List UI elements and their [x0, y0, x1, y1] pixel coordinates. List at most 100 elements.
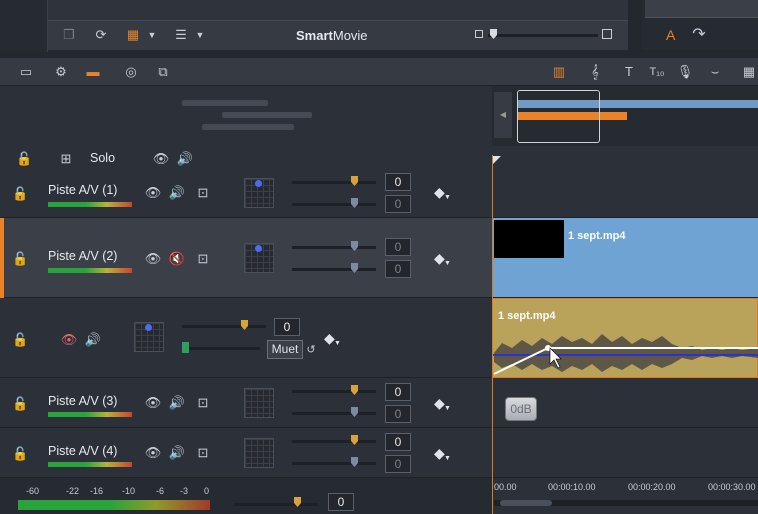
- speaker-icon[interactable]: 🔊: [84, 331, 102, 349]
- title-text-icon[interactable]: A: [666, 27, 675, 43]
- eye-icon[interactable]: 👁: [144, 394, 162, 412]
- monitor-icon[interactable]: ⊡: [194, 250, 212, 268]
- subtitle-icon[interactable]: T₁₀: [646, 63, 668, 81]
- copy-icon[interactable]: ❐: [60, 26, 78, 44]
- pan-grid[interactable]: [244, 438, 274, 468]
- volume-value[interactable]: 0: [274, 318, 300, 336]
- scrollbar-thumb[interactable]: [500, 500, 552, 506]
- pan-grid[interactable]: [244, 388, 274, 418]
- chevron-down-icon[interactable]: ▼: [334, 340, 341, 347]
- lock-icon[interactable]: 🔓: [12, 250, 28, 268]
- pan-value[interactable]: 0: [385, 260, 411, 278]
- timeline-settings-icon[interactable]: ▭: [16, 63, 36, 81]
- speaker-icon[interactable]: 🔊: [168, 184, 186, 202]
- volume-slider[interactable]: [292, 390, 376, 393]
- balance-thumb[interactable]: [182, 342, 189, 353]
- undo-arrow-icon[interactable]: ↷: [690, 26, 708, 44]
- pan-value[interactable]: 0: [385, 195, 411, 213]
- audio-mixer-icon[interactable]: ▥: [550, 63, 568, 81]
- volume-value[interactable]: 0: [385, 383, 411, 401]
- chevron-down-icon[interactable]: ▼: [146, 26, 158, 44]
- track-name[interactable]: Piste A/V (4): [48, 444, 117, 458]
- app-title-bold: Smart: [296, 28, 333, 43]
- volume-slider[interactable]: [182, 325, 266, 328]
- master-volume-slider[interactable]: [234, 503, 318, 506]
- eye-icon[interactable]: 👁: [144, 250, 162, 268]
- text-icon-letter: A: [666, 27, 676, 43]
- music-icon[interactable]: 𝄞: [586, 63, 604, 81]
- mute-button[interactable]: Muet: [267, 340, 303, 359]
- ruler-label: 00:00:10.00: [548, 482, 596, 492]
- zoom-large-icon: [602, 29, 612, 39]
- lock-icon[interactable]: 🔓: [12, 395, 28, 413]
- meter-scale-label: -3: [180, 486, 189, 496]
- eye-icon[interactable]: 👁: [152, 150, 170, 168]
- speaker-icon[interactable]: 🔊: [168, 444, 186, 462]
- top-left-panel: [0, 0, 48, 52]
- grid-view-icon[interactable]: ▦: [124, 26, 142, 44]
- volume-value[interactable]: 0: [385, 173, 411, 191]
- monitor-icon[interactable]: ⊡: [194, 184, 212, 202]
- speaker-icon[interactable]: 🔊: [168, 394, 186, 412]
- chevron-down-icon[interactable]: ▼: [444, 405, 451, 412]
- sync-icon[interactable]: ⟳: [92, 26, 110, 44]
- lock-icon[interactable]: 🔓: [12, 445, 28, 463]
- lock-icon[interactable]: 🔓: [12, 185, 28, 203]
- level-meter: [48, 268, 132, 273]
- pan-slider[interactable]: [292, 412, 376, 415]
- track-name[interactable]: Piste A/V (2): [48, 249, 117, 263]
- volume-slider[interactable]: [292, 181, 376, 184]
- eye-hidden-icon[interactable]: 👁: [60, 331, 78, 349]
- volume-slider[interactable]: [292, 440, 376, 443]
- pan-dot[interactable]: [255, 180, 262, 187]
- pan-slider[interactable]: [292, 268, 376, 271]
- reset-icon[interactable]: ↺: [304, 341, 318, 359]
- title-icon[interactable]: T: [620, 63, 638, 81]
- pan-slider[interactable]: [292, 203, 376, 206]
- pan-slider[interactable]: [292, 462, 376, 465]
- navigator-left-arrow[interactable]: ◀: [494, 92, 512, 138]
- audio-waveform: [492, 334, 758, 375]
- pan-value[interactable]: 0: [385, 455, 411, 473]
- pan-value[interactable]: 0: [385, 405, 411, 423]
- monitor-icon[interactable]: ⊡: [194, 444, 212, 462]
- microphone-icon[interactable]: 🎙: [676, 63, 694, 81]
- gear-icon[interactable]: ⚙: [52, 63, 70, 81]
- track-name[interactable]: Piste A/V (1): [48, 183, 117, 197]
- balance-slider[interactable]: [182, 347, 260, 350]
- speaker-icon[interactable]: 🔊: [176, 150, 194, 168]
- transition-icon[interactable]: ⌣: [706, 63, 724, 81]
- eye-icon[interactable]: 👁: [144, 444, 162, 462]
- playhead-marker[interactable]: [493, 156, 501, 164]
- lock-icon[interactable]: 🔓: [12, 331, 28, 349]
- track-name[interactable]: Piste A/V (3): [48, 394, 117, 408]
- monitor-icon[interactable]: ⊡: [194, 394, 212, 412]
- track-add-icon[interactable]: ⊞: [56, 150, 76, 168]
- pan-dot[interactable]: [145, 324, 152, 331]
- split-tool-icon[interactable]: ▬: [84, 63, 102, 81]
- export-icon[interactable]: ⧉: [154, 63, 172, 81]
- lock-icon[interactable]: 🔓: [16, 150, 32, 168]
- chevron-down-icon[interactable]: ▼: [194, 26, 206, 44]
- chevron-down-icon[interactable]: ▼: [444, 194, 451, 201]
- volume-value[interactable]: 0: [385, 433, 411, 451]
- solo-label[interactable]: Solo: [90, 151, 115, 165]
- chevron-down-icon[interactable]: ▼: [444, 455, 451, 462]
- master-volume-value[interactable]: 0: [328, 493, 354, 511]
- chevron-down-icon[interactable]: ▼: [444, 260, 451, 267]
- timeline-track-4[interactable]: [492, 428, 758, 478]
- disc-icon[interactable]: ◎: [122, 63, 140, 81]
- timeline-track-1[interactable]: [492, 168, 758, 218]
- speaker-muted-icon[interactable]: 🔇: [168, 250, 186, 268]
- pan-dot[interactable]: [255, 245, 262, 252]
- volume-slider[interactable]: [292, 246, 376, 249]
- storyboard-icon[interactable]: ▦: [740, 63, 758, 81]
- playhead-line[interactable]: [492, 155, 493, 514]
- zoom-slider[interactable]: [488, 34, 598, 37]
- eye-icon[interactable]: 👁: [144, 184, 162, 202]
- db-badge[interactable]: 0dB: [505, 397, 537, 421]
- list-view-icon[interactable]: ☰: [172, 26, 190, 44]
- waveform-shape: [494, 334, 758, 372]
- volume-value[interactable]: 0: [385, 238, 411, 256]
- navigator-viewport[interactable]: [517, 90, 600, 143]
